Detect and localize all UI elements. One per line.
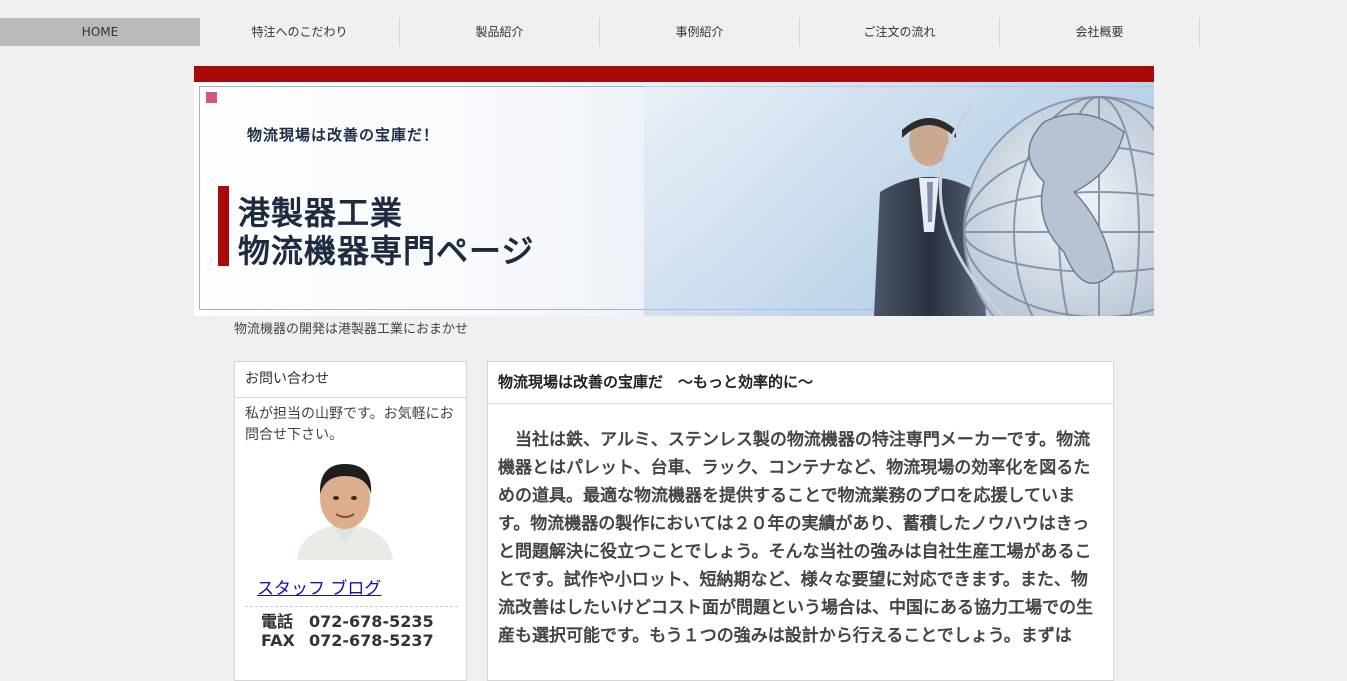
- nav-company[interactable]: 会社概要: [1000, 18, 1200, 46]
- sidebar-intro-text: 私が担当の山野です。お気軽にお問合せ下さい。: [245, 406, 454, 443]
- global-nav: HOME 特注へのこだわり 製品紹介 事例紹介 ご注文の流れ 会社概要: [0, 18, 1200, 46]
- site-subtitle: 物流機器の開発は港製器工業におまかせ: [234, 322, 469, 337]
- header-banner: 物流現場は改善の宝庫だ！ 港製器工業 物流機器専門ページ: [194, 66, 1154, 316]
- fax-row: FAX 072-678-5237: [261, 631, 434, 650]
- phone-number: 072-678-5235: [309, 612, 434, 631]
- staff-blog-link[interactable]: スタッフ ブログ: [257, 574, 381, 599]
- nav-commitment[interactable]: 特注へのこだわり: [200, 18, 400, 46]
- main-heading: 物流現場は改善の宝庫だ ～もっと効率的に～: [488, 362, 1113, 404]
- nav-cases[interactable]: 事例紹介: [600, 18, 800, 46]
- sidebar-divider: [245, 606, 458, 607]
- header-top-bar: [194, 66, 1154, 82]
- header-tagline: 物流現場は改善の宝庫だ！: [247, 126, 440, 144]
- header-square-icon: [206, 92, 217, 103]
- fax-label: FAX: [261, 631, 295, 650]
- phone-row: 電話 072-678-5235: [261, 608, 434, 632]
- main-content: 物流現場は改善の宝庫だ ～もっと効率的に～ 当社は鉄、アルミ、ステンレス製の物流…: [487, 361, 1114, 681]
- contact-sidebar: お問い合わせ 私が担当の山野です。お気軽にお問合せ下さい。 スタッフ ブログ 電…: [234, 361, 467, 681]
- nav-home[interactable]: HOME: [0, 18, 200, 46]
- header-accent-bar: [218, 186, 229, 266]
- sidebar-title: お問い合わせ: [235, 362, 466, 398]
- fax-number: 072-678-5237: [309, 631, 434, 650]
- main-body-text: 当社は鉄、アルミ、ステンレス製の物流機器の特注専門メーカーです。物流機器とはパレ…: [498, 430, 1093, 646]
- nav-products[interactable]: 製品紹介: [400, 18, 600, 46]
- staff-photo: [291, 454, 399, 560]
- nav-order-flow[interactable]: ご注文の流れ: [800, 18, 1000, 46]
- header-title-line2: 物流機器専門ページ: [238, 232, 535, 270]
- phone-label: 電話: [261, 612, 294, 631]
- header-globe-illustration: [644, 82, 1154, 316]
